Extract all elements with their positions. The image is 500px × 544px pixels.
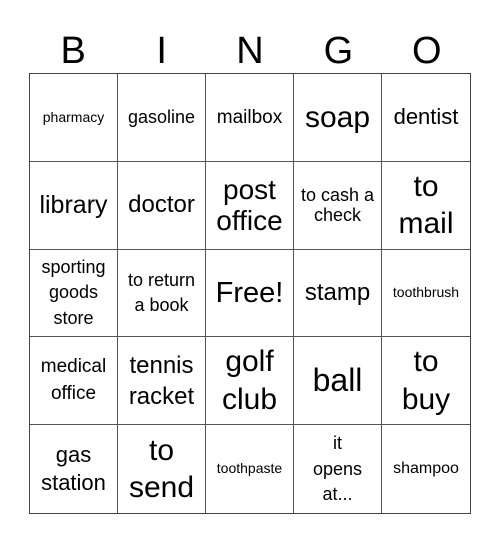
cell-label: ball <box>312 361 363 398</box>
cell-label: stamp <box>304 278 371 306</box>
header-letter-i: I <box>156 29 167 72</box>
bingo-cell[interactable]: mailbox <box>206 74 294 162</box>
bingo-cell[interactable]: golf club <box>206 337 294 426</box>
free-space-label: Free! <box>215 276 284 309</box>
cell-label: gas station <box>41 441 106 496</box>
bingo-cell[interactable]: shampoo <box>382 425 470 513</box>
cell-label: golf club <box>221 345 278 416</box>
free-space-cell[interactable]: Free! <box>206 249 294 338</box>
bingo-cell[interactable]: stamp <box>294 249 382 338</box>
bingo-cell[interactable]: it opens at... <box>294 425 382 513</box>
cell-label: to cash a check <box>300 185 375 226</box>
cell-label: to mail <box>398 169 454 241</box>
bingo-cell[interactable]: to send <box>118 425 206 513</box>
header-letter-n: N <box>236 29 264 72</box>
cell-label: to send <box>128 433 195 505</box>
header-letter-g: G <box>323 29 354 72</box>
bingo-cell[interactable]: sporting goods store <box>30 249 118 338</box>
bingo-cell[interactable]: to return a book <box>118 249 206 338</box>
bingo-cell[interactable]: toothbrush <box>382 250 470 338</box>
bingo-cell[interactable]: toothpaste <box>206 425 294 513</box>
bingo-cell[interactable]: to mail <box>382 162 470 250</box>
cell-label: to buy <box>401 345 451 416</box>
cell-label: toothpaste <box>216 460 283 477</box>
cell-label: pharmacy <box>42 108 105 125</box>
cell-label: doctor <box>128 190 195 218</box>
bingo-cell[interactable]: doctor <box>118 161 206 250</box>
cell-label: gasoline <box>127 107 196 128</box>
cell-label: post office <box>216 173 283 237</box>
bingo-cell[interactable]: dentist <box>382 74 470 162</box>
bingo-cell[interactable]: medical office <box>30 337 118 426</box>
cell-label: library <box>39 191 108 220</box>
bingo-cell[interactable]: to buy <box>382 337 470 426</box>
bingo-cell[interactable]: pharmacy <box>30 74 118 162</box>
header-letter-o: O <box>412 29 442 72</box>
cell-label: soap <box>304 100 371 134</box>
bingo-cell[interactable]: to cash a check <box>294 161 382 250</box>
cell-label: shampoo <box>393 460 459 478</box>
bingo-cell[interactable]: tennis racket <box>118 337 206 426</box>
bingo-card-grid: pharmacy gasoline mailbox soap dentist l… <box>29 73 471 514</box>
bingo-cell[interactable]: gas station <box>30 425 118 513</box>
cell-label: toothbrush <box>392 284 460 301</box>
bingo-cell[interactable]: post office <box>206 161 294 250</box>
cell-label: dentist <box>393 104 459 130</box>
bingo-cell[interactable]: library <box>30 161 118 250</box>
cell-label: tennis racket <box>128 351 195 410</box>
cell-label: mailbox <box>216 106 283 128</box>
cell-label: it opens at... <box>312 433 363 504</box>
bingo-cell[interactable]: soap <box>294 74 382 162</box>
cell-label: sporting goods store <box>41 257 106 328</box>
bingo-cell[interactable]: gasoline <box>118 74 206 162</box>
cell-label: to return a book <box>127 269 196 315</box>
bingo-cell[interactable]: ball <box>294 337 382 426</box>
bingo-header: B I N G O <box>29 28 471 73</box>
header-letter-b: B <box>60 29 86 72</box>
cell-label: medical office <box>40 356 107 404</box>
